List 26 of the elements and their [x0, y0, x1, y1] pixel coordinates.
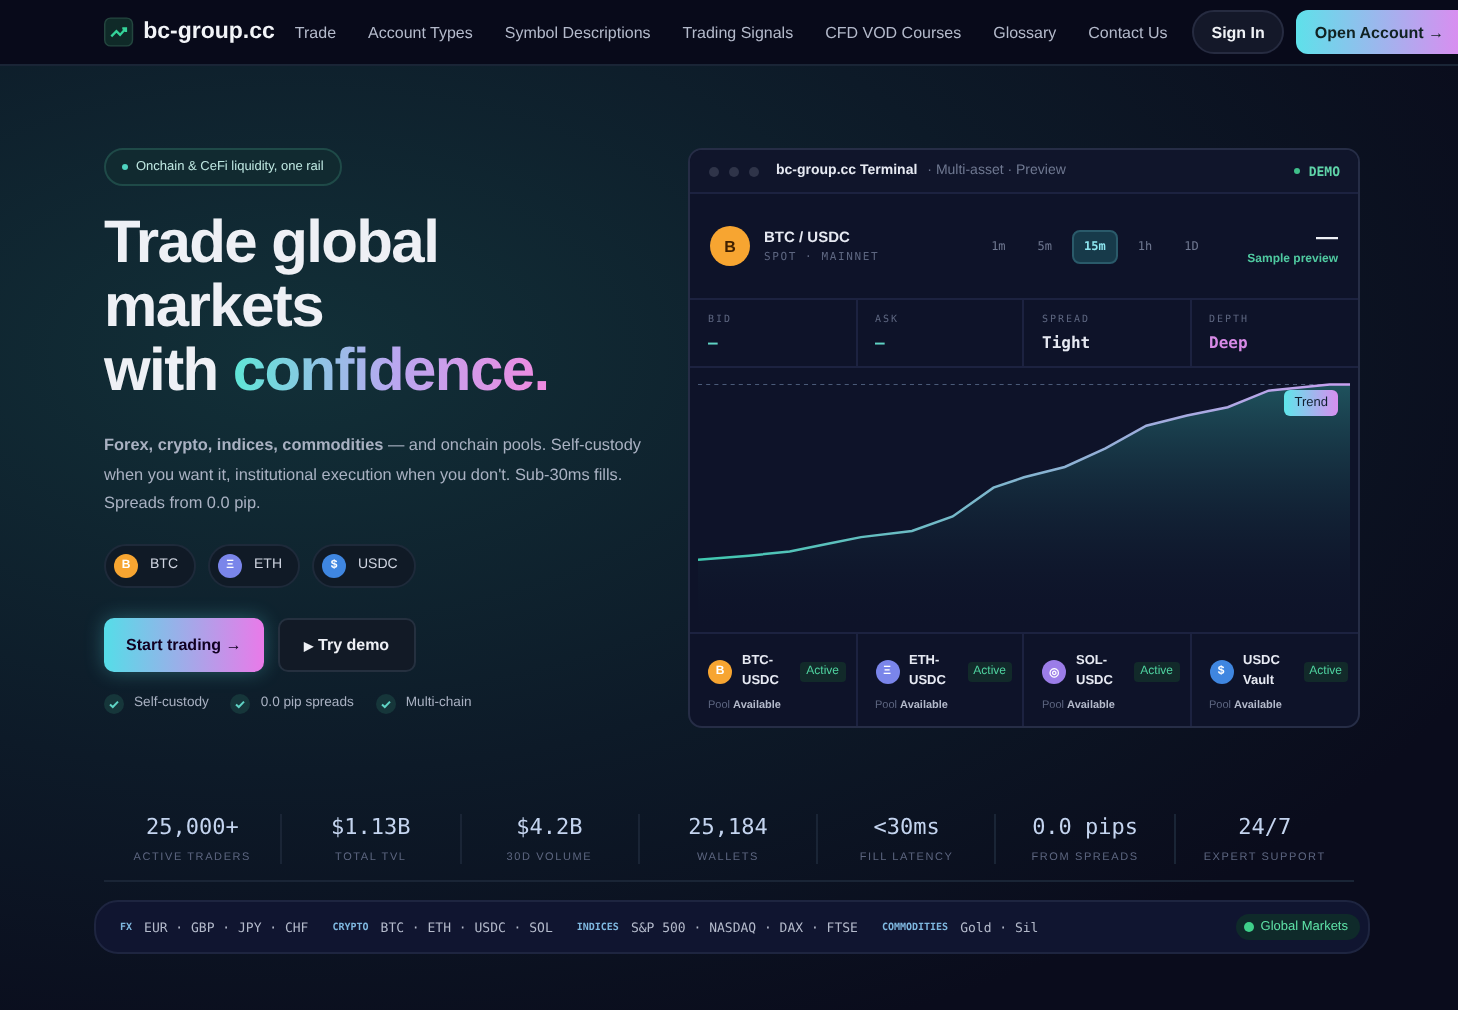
stat-value: 25,184: [688, 814, 768, 840]
stat-value: 24/7: [1238, 814, 1292, 840]
price-value: —: [1316, 226, 1338, 250]
hero-description: Forex, crypto, indices, commodities — and onchain pools. Self-custody when you want it, institutional execution when you don't. Sub-30ms fills. Spreads from 0.0 pip.: [104, 434, 643, 516]
sign-in-button[interactable]: Sign In: [1191, 10, 1285, 54]
stat-value: <30ms: [873, 814, 940, 840]
stat-value: $1.13B: [331, 814, 411, 840]
coin-icon: B: [710, 226, 750, 266]
hero-heading: Trade global markets with confidence.: [104, 212, 549, 404]
nav-link[interactable]: CFD VOD Courses: [825, 23, 962, 41]
open-account-button[interactable]: Open Account →: [1296, 10, 1458, 54]
start-trading-button[interactable]: Start trading →: [104, 617, 264, 671]
quote-value: Deep: [1209, 334, 1250, 352]
nav-link[interactable]: Account Types: [368, 23, 473, 41]
nav-link[interactable]: Trade: [294, 23, 337, 41]
stat-value: $4.2B: [516, 814, 583, 840]
stat-value: 25,000+: [145, 814, 239, 840]
brand-name[interactable]: bc-group.cc: [143, 20, 275, 44]
stat-value: 0.0 pips: [1032, 814, 1139, 840]
quote-value: —: [708, 334, 720, 352]
nav-link[interactable]: Trading Signals: [682, 23, 794, 41]
nav-link[interactable]: Symbol Descriptions: [504, 23, 651, 41]
quote-value: Tight: [1042, 334, 1093, 352]
nav-link[interactable]: Contact Us: [1088, 23, 1168, 41]
quote-value: —: [875, 334, 887, 352]
nav-link[interactable]: Glossary: [993, 23, 1057, 41]
